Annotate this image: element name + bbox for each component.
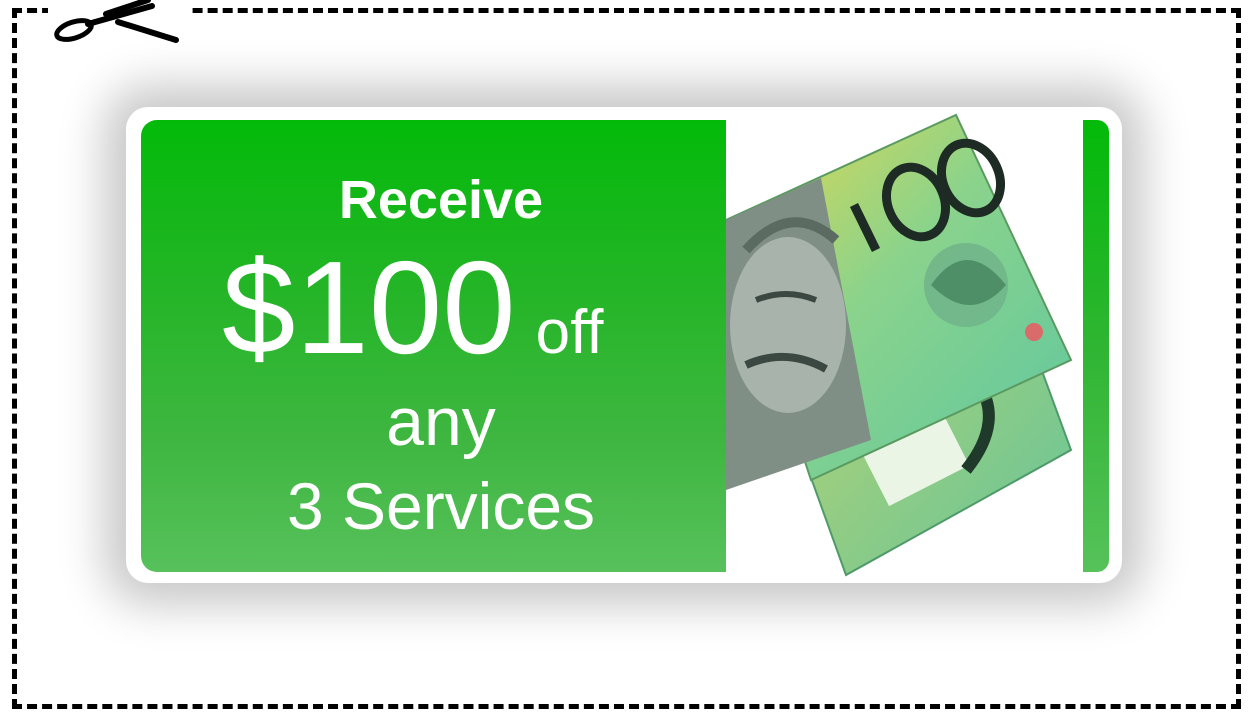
offer-line-any: any xyxy=(386,384,496,460)
banknote-image xyxy=(726,110,1083,580)
offer-line-services: 3 Services xyxy=(286,469,596,543)
offer-amount: $100 xyxy=(222,234,516,381)
offer-headline: Receive xyxy=(338,170,544,230)
offer-amount-suffix: off xyxy=(535,298,604,367)
scissors-icon xyxy=(48,0,188,50)
accent-strip xyxy=(1083,120,1109,572)
